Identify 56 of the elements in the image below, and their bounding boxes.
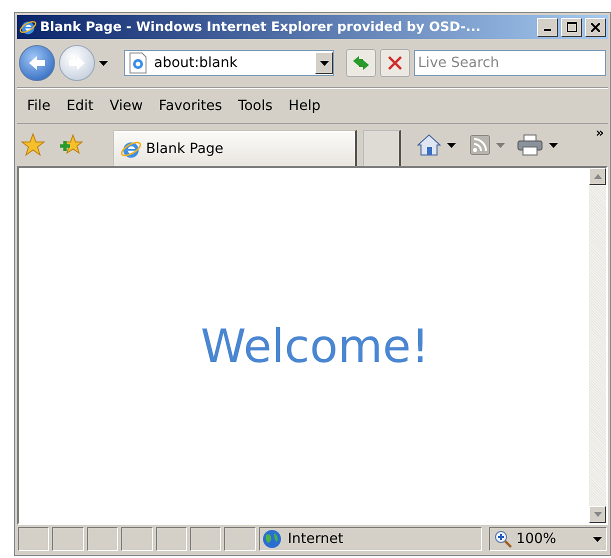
page-heading: Welcome! [200, 318, 430, 372]
menu-item[interactable]: Help [282, 96, 326, 116]
back-button[interactable] [19, 45, 55, 81]
left-arrow-icon [27, 54, 47, 72]
maximize-icon [566, 22, 576, 32]
feed-icon[interactable] [470, 135, 490, 155]
page-icon [128, 52, 148, 74]
browser-logo-icon [19, 18, 37, 36]
search-field[interactable]: Live Search [414, 50, 606, 76]
zone-label: Internet [288, 531, 344, 547]
menu-item[interactable]: Favorites [152, 96, 228, 116]
status-pane [121, 527, 153, 551]
close-icon [591, 22, 600, 32]
right-arrow-icon [67, 54, 87, 72]
zoom-button[interactable]: 100% [489, 527, 607, 551]
zoom-caret-icon [592, 536, 602, 542]
close-button[interactable] [585, 18, 606, 36]
vertical-scrollbar[interactable] [589, 168, 606, 523]
scroll-up-button[interactable] [589, 168, 606, 185]
status-pane [156, 527, 187, 551]
status-pane [18, 527, 50, 551]
maximize-button[interactable] [561, 18, 582, 36]
home-icon[interactable] [417, 134, 441, 156]
feed-caret-icon [496, 142, 505, 148]
star-icon[interactable] [21, 133, 45, 157]
window-title: Blank Page - Windows Internet Explorer provided by OSD-... [40, 20, 482, 34]
status-pane [224, 527, 256, 551]
status-pane [190, 527, 222, 551]
printer-icon[interactable] [517, 134, 543, 156]
up-arrow-icon [594, 174, 602, 179]
caret-icon [99, 60, 108, 66]
minimize-button[interactable] [537, 18, 558, 36]
add-star-icon[interactable] [59, 134, 83, 156]
toolbar-overflow-button[interactable]: » [596, 126, 604, 141]
menu-item[interactable]: Edit [60, 96, 100, 116]
address-field[interactable]: about:blank [124, 50, 334, 76]
menu-item[interactable]: File [21, 96, 56, 116]
home-caret-icon [447, 142, 456, 148]
menu-item[interactable]: Tools [232, 96, 279, 116]
stop-icon [388, 56, 402, 70]
menu-item[interactable]: View [104, 96, 149, 116]
scroll-down-button[interactable] [589, 506, 606, 523]
caret-icon [320, 60, 328, 66]
status-pane [86, 527, 118, 551]
refresh-button[interactable] [346, 49, 376, 77]
browser-tab[interactable]: Blank Page [113, 130, 357, 166]
globe-icon [262, 529, 282, 549]
new-tab-button[interactable] [363, 130, 401, 166]
print-caret-icon [549, 142, 558, 148]
down-arrow-icon [594, 512, 602, 517]
stop-button[interactable] [380, 49, 410, 77]
refresh-icon [351, 54, 371, 72]
status-pane [52, 527, 84, 551]
magnifier-icon [494, 530, 512, 548]
address-dropdown[interactable] [315, 52, 333, 74]
history-dropdown[interactable] [99, 60, 108, 66]
